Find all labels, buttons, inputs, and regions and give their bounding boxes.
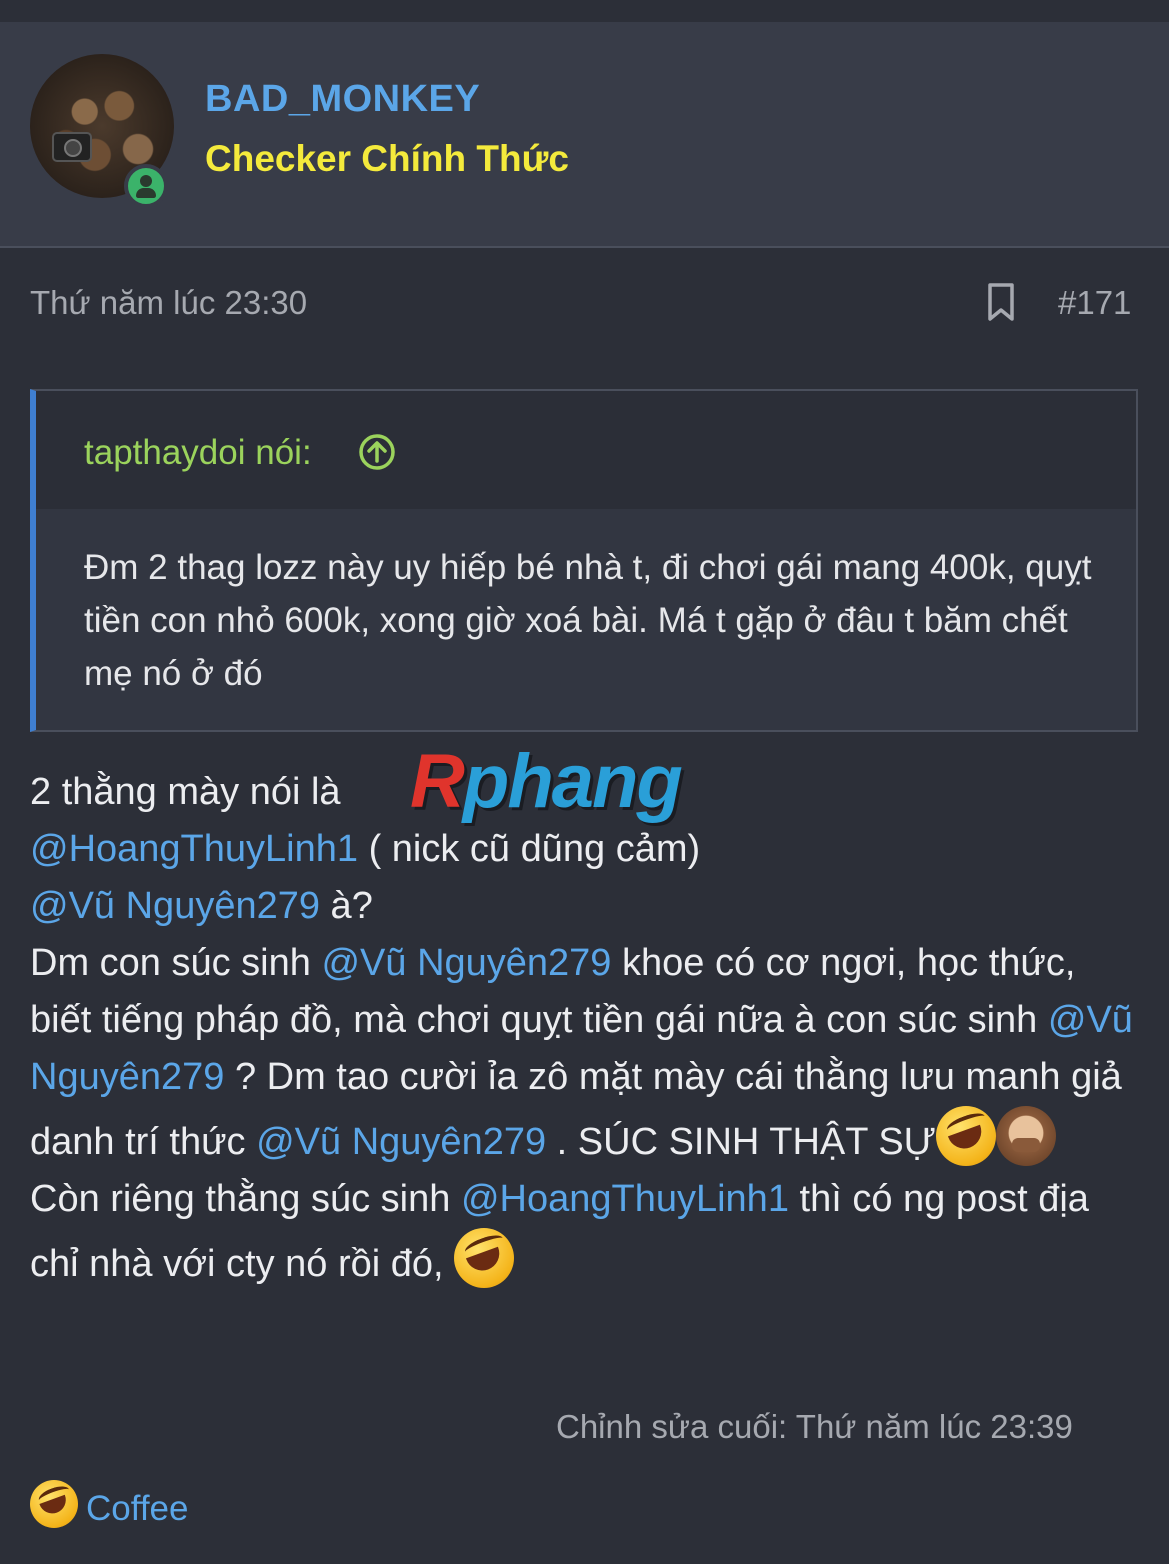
user-title: Checker Chính Thức <box>205 138 569 179</box>
top-strip <box>0 0 1169 22</box>
user-block: BAD_MONKEY Checker Chính Thức <box>0 22 1169 248</box>
mention-link[interactable]: @Vũ Nguyên279 <box>256 1121 546 1163</box>
rolling-laughing-emoji <box>30 1480 78 1528</box>
quote-body: Đm 2 thag lozz này uy hiếp bé nhà t, đi … <box>84 548 1092 693</box>
mention-link[interactable]: @HoangThuyLinh1 <box>30 828 358 870</box>
quote-author[interactable]: tapthaydoi nói: <box>84 433 312 473</box>
rolling-laughing-emoji <box>936 1106 997 1166</box>
quote-header: tapthaydoi nói: <box>36 391 1136 509</box>
content-text: à? <box>320 885 373 927</box>
mention-link[interactable]: @Vũ Nguyên279 <box>321 942 611 984</box>
username[interactable]: BAD_MONKEY <box>205 78 480 121</box>
reaction-summary[interactable]: Coffee <box>30 1480 189 1538</box>
content-text: Còn riêng thằng súc sinh <box>30 1178 461 1220</box>
rolling-laughing-emoji <box>454 1228 515 1288</box>
mention-link[interactable]: @Vũ Nguyên279 <box>30 885 320 927</box>
content-text: . SÚC SINH THẬT SỰ <box>546 1121 937 1163</box>
mention-link[interactable]: @HoangThuyLinh1 <box>461 1178 789 1220</box>
bookmark-icon[interactable] <box>986 282 1016 322</box>
see-no-evil-monkey-emoji <box>996 1106 1057 1166</box>
camera-shape <box>52 132 92 162</box>
post-timestamp[interactable]: Thứ năm lúc 23:30 <box>30 284 307 322</box>
content-text: 2 thằng mày nói là <box>30 771 341 813</box>
arrow-up-circle-icon[interactable] <box>358 433 396 471</box>
content-text: ( nick cũ dũng cảm) <box>358 828 701 870</box>
online-user-icon <box>124 164 168 208</box>
post-content: 2 thằng mày nói là @HoangThuyLinh1 ( nic… <box>30 764 1140 1293</box>
quote-block: tapthaydoi nói: Đm 2 thag lozz này uy hi… <box>30 389 1138 732</box>
post-number[interactable]: #171 <box>1058 284 1131 322</box>
reaction-label[interactable]: Coffee <box>86 1489 189 1528</box>
edited-note: Chỉnh sửa cuối: Thứ năm lúc 23:39 <box>556 1408 1073 1445</box>
content-text: Dm con súc sinh <box>30 942 322 984</box>
